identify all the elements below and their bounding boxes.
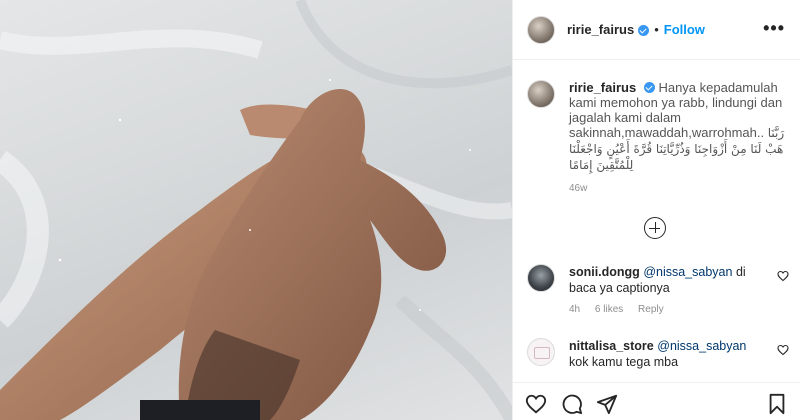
heart-icon[interactable]: [777, 344, 789, 356]
share-icon[interactable]: [596, 393, 618, 415]
verified-badge-icon: [643, 82, 655, 93]
heart-icon[interactable]: [525, 393, 547, 415]
comment-text: sonii.dongg @nissa_sabyan di baca ya cap…: [569, 264, 769, 296]
holding-hands-photo: [0, 0, 512, 420]
action-bar: [513, 382, 800, 420]
verified-badge-icon: [638, 25, 650, 36]
author-avatar[interactable]: [527, 15, 555, 44]
heart-icon[interactable]: [777, 270, 789, 282]
plus-circle-icon[interactable]: [644, 217, 666, 239]
separator-dot: •: [654, 22, 659, 37]
author-username[interactable]: ririe_fairus: [567, 22, 634, 37]
post-caption: ririe_fairus Hanya kepadamulah kami memo…: [527, 80, 789, 194]
bookmark-icon[interactable]: [767, 393, 787, 415]
caption-avatar[interactable]: [527, 80, 555, 108]
post-sidebar: ririe_fairus • Follow ••• ririe_fairus H…: [512, 0, 800, 420]
comment-meta: 4h 6 likes Reply: [569, 304, 789, 315]
comment-username[interactable]: nittalisa_store: [569, 339, 654, 353]
comment-mention[interactable]: @nissa_sabyan: [657, 339, 746, 353]
comment-time[interactable]: 4h: [569, 304, 580, 315]
comment-username[interactable]: sonii.dongg: [569, 265, 640, 279]
comment-text: nittalisa_store @nissa_sabyan kok kamu t…: [569, 338, 769, 370]
more-options-icon[interactable]: •••: [763, 18, 785, 39]
comment-icon[interactable]: [561, 393, 583, 415]
post-header: ririe_fairus • Follow •••: [513, 0, 800, 60]
commenter-avatar[interactable]: [527, 264, 555, 292]
commenter-avatar[interactable]: [527, 338, 555, 366]
comment-item: sonii.dongg @nissa_sabyan di baca ya cap…: [527, 264, 789, 315]
comment-mention[interactable]: @nissa_sabyan: [643, 265, 732, 279]
caption-age[interactable]: 46w: [569, 183, 789, 194]
comment-body: kok kamu tega mba: [569, 355, 679, 369]
caption-text: ririe_fairus Hanya kepadamulah kami memo…: [569, 80, 789, 173]
comment-item: nittalisa_store @nissa_sabyan kok kamu t…: [527, 338, 789, 370]
caption-username[interactable]: ririe_fairus: [569, 80, 636, 95]
comment-likes[interactable]: 6 likes: [595, 304, 623, 315]
post-image[interactable]: [0, 0, 512, 420]
reply-button[interactable]: Reply: [638, 304, 664, 315]
follow-button[interactable]: Follow: [664, 22, 705, 37]
